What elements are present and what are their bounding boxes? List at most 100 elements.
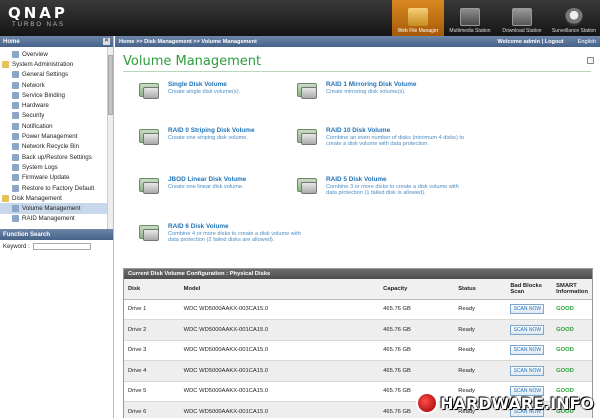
scan-now-button[interactable]: SCAN NOW: [510, 345, 545, 356]
nav-label: Download Station: [502, 28, 542, 34]
nav-multimedia-station[interactable]: Multimedia Station: [444, 0, 496, 36]
volume-option-name[interactable]: RAID 5 Disk Volume: [326, 176, 465, 183]
sidebar-item-label: Disk Management: [12, 194, 62, 202]
function-search-title: Function Search: [3, 231, 51, 238]
sidebar-item-disk-management[interactable]: Disk Management: [0, 193, 113, 203]
welcome-logout[interactable]: Welcome admin | Logout: [498, 39, 564, 45]
scan-now-button[interactable]: SCAN NOW: [510, 304, 545, 315]
sidebar-item-volume-management[interactable]: Volume Management: [0, 203, 113, 214]
sidebar-item-label: Service Binding: [22, 91, 65, 99]
sidebar-item-label: General Settings: [22, 71, 69, 79]
volume-option-name[interactable]: JBOD Linear Disk Volume: [168, 176, 246, 183]
backup-icon: [12, 153, 19, 161]
sidebar-item-firmware-update[interactable]: Firmware Update: [0, 173, 113, 183]
cell-status: Ready: [454, 319, 507, 341]
cell-capacity: 465.76 GB: [379, 340, 455, 361]
sidebar-item-network[interactable]: Network: [0, 80, 113, 90]
col-capacity: Capacity: [379, 279, 455, 300]
volume-option-jbod[interactable]: JBOD Linear Disk Volume Create one linear…: [137, 176, 307, 196]
volume-option-name[interactable]: RAID 0 Striping Disk Volume: [168, 127, 255, 134]
scrollbar-thumb[interactable]: [108, 55, 113, 115]
sidebar-item-hardware[interactable]: Hardware: [0, 100, 113, 110]
watermark-text: HARDWARE.INFO: [440, 393, 594, 413]
cell-disk: Drive 4: [124, 360, 180, 382]
volume-option-desc: Combine 4 or more disks to create a disk…: [168, 231, 301, 244]
sidebar-item-label: Network: [22, 81, 45, 89]
sidebar-item-security[interactable]: Security: [0, 111, 113, 121]
download-icon: [512, 8, 532, 26]
volume-option-desc: Create mirroring disk volume(s).: [326, 89, 406, 95]
scan-now-button[interactable]: SCAN NOW: [510, 324, 545, 335]
nav-download-station[interactable]: Download Station: [496, 0, 548, 36]
scan-now-button[interactable]: SCAN NOW: [510, 365, 545, 376]
volume-option-raid5[interactable]: RAID 5 Disk Volume Combine 3 or more disk…: [295, 176, 465, 197]
sidebar-item-raid-management[interactable]: RAID Management: [0, 214, 113, 224]
sidebar-item-notification[interactable]: Notification: [0, 121, 113, 131]
nav-tree: Overview System Administration General S…: [0, 47, 113, 229]
disk-icon: [137, 81, 163, 101]
sidebar-item-label: Volume Management: [22, 205, 81, 213]
sidebar-item-power-management[interactable]: Power Management: [0, 131, 113, 141]
volume-option-raid1[interactable]: RAID 1 Mirroring Disk Volume Create mirro…: [295, 81, 465, 101]
volume-option-single[interactable]: Single Disk Volume Create single disk vol…: [137, 81, 307, 101]
cell-disk: Drive 1: [124, 299, 180, 320]
sidebar-item-service-binding[interactable]: Service Binding: [0, 90, 113, 100]
cell-model: WDC WD5000AAKX-001CA15.0: [179, 360, 380, 382]
model-label: TURBO NAS: [12, 22, 66, 28]
volume-option-raid6[interactable]: RAID 6 Disk Volume Combine 4 or more disk…: [137, 223, 307, 244]
camera-icon: [565, 8, 583, 26]
cell-capacity: 465.76 GB: [379, 360, 455, 382]
sidebar-item-backup-restore[interactable]: Back up/Restore Settings: [0, 152, 113, 162]
disk-icon: [295, 127, 321, 147]
smart-status-link[interactable]: GOOD: [556, 347, 574, 353]
sidebar-item-restore-factory[interactable]: Restore to Factory Default: [0, 183, 113, 193]
sidebar-item-system-logs[interactable]: System Logs: [0, 162, 113, 172]
nav-web-file-manager[interactable]: Web File Manager: [392, 0, 444, 36]
cell-disk: Drive 5: [124, 381, 180, 402]
language-select[interactable]: English: [578, 39, 596, 45]
cell-model: WDC WD5000AAKX-003CA15.0: [179, 299, 380, 320]
col-model: Model: [179, 279, 380, 300]
volume-option-desc: Create one linear disk volume.: [168, 184, 244, 190]
volume-option-name[interactable]: Single Disk Volume: [168, 81, 240, 88]
overview-icon: [12, 50, 19, 58]
table-caption: Current Disk Volume Configuration : Phys…: [124, 269, 592, 279]
power-icon: [12, 133, 19, 141]
multimedia-icon: [460, 8, 480, 26]
folder-icon: [2, 60, 9, 68]
col-status: Status: [454, 279, 507, 300]
sidebar-item-overview[interactable]: Overview: [0, 49, 113, 59]
sidebar-item-network-recycle-bin[interactable]: Network Recycle Bin: [0, 142, 113, 152]
restore-icon: [12, 184, 19, 192]
smart-status-link[interactable]: GOOD: [556, 368, 574, 374]
volume-option-name[interactable]: RAID 1 Mirroring Disk Volume: [326, 81, 416, 88]
sidebar-header: Home ×: [0, 36, 113, 47]
sidebar-item-label: RAID Management: [22, 215, 75, 223]
keyword-row: Keyword :: [0, 240, 113, 253]
smart-status-link[interactable]: GOOD: [556, 327, 574, 333]
sidebar-item-label: Hardware: [22, 102, 49, 110]
keyword-label: Keyword :: [3, 243, 30, 250]
volume-option-name[interactable]: RAID 6 Disk Volume: [168, 223, 307, 230]
cell-smart: GOOD: [552, 360, 592, 382]
nav-surveillance-station[interactable]: Surveillance Station: [548, 0, 600, 36]
help-icon[interactable]: [587, 57, 594, 64]
sidebar-item-system-administration[interactable]: System Administration: [0, 59, 113, 69]
volume-option-raid0[interactable]: RAID 0 Striping Disk Volume Create one st…: [137, 127, 307, 147]
volume-option-raid10[interactable]: RAID 10 Disk Volume Combine an even numbe…: [295, 127, 465, 148]
close-icon[interactable]: ×: [103, 38, 110, 45]
disk-icon: [137, 176, 163, 196]
tree-scrollbar[interactable]: [107, 47, 113, 229]
nav-label: Multimedia Station: [449, 28, 491, 34]
hardware-info-logo-icon: [416, 392, 439, 414]
folder-icon: [408, 8, 428, 26]
sidebar-item-label: Power Management: [22, 133, 78, 141]
breadcrumb[interactable]: Home >> Disk Management >> Volume Manage…: [119, 39, 257, 45]
disk-icon: [295, 81, 321, 101]
sidebar-item-label: Firmware Update: [22, 174, 70, 182]
keyword-input[interactable]: [32, 243, 91, 250]
smart-status-link[interactable]: GOOD: [556, 306, 574, 312]
volume-option-name[interactable]: RAID 10 Disk Volume: [326, 127, 465, 134]
cell-disk: Drive 6: [124, 401, 180, 418]
sidebar-item-general-settings[interactable]: General Settings: [0, 70, 113, 80]
